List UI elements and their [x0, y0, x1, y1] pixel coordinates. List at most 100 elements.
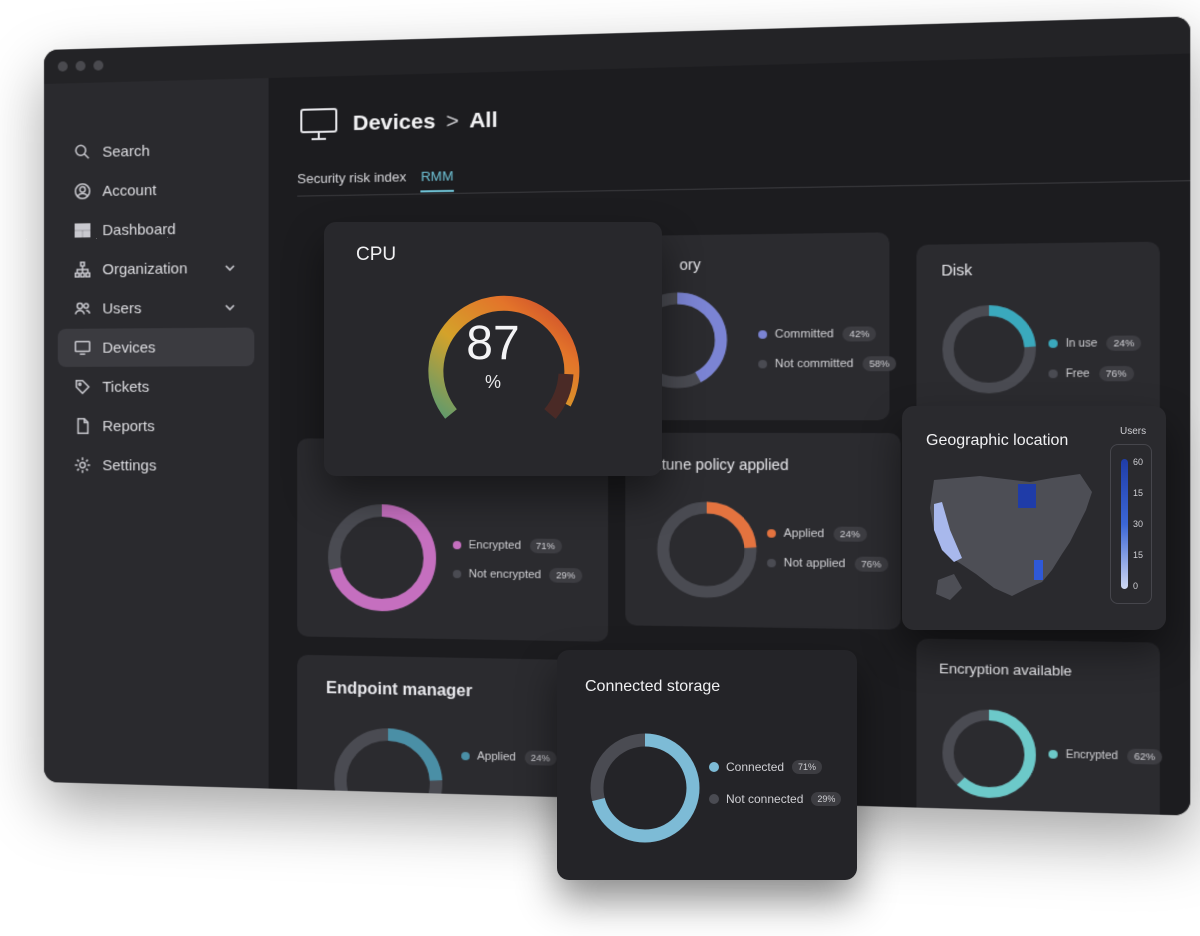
connected-storage-card[interactable]: Connected storage Connected 71% Not conne…	[557, 650, 857, 880]
sidebar-item-tickets[interactable]: Tickets	[58, 367, 254, 406]
geo-tick: 15	[1133, 550, 1144, 560]
sidebar-item-label: Reports	[102, 417, 155, 435]
us-map	[930, 474, 1092, 600]
storage-title: Connected storage	[585, 678, 721, 695]
cpu-value: 87	[466, 317, 520, 370]
geo-legend-title: Users	[1120, 426, 1147, 437]
chevron-down-icon[interactable]	[224, 262, 236, 274]
search-icon	[74, 144, 89, 159]
legend-dot	[767, 529, 776, 538]
legend-label: In use	[1065, 337, 1098, 350]
memory-card[interactable]: ory Committed 42% Not committed 58%	[636, 232, 897, 421]
legend-label: Applied	[477, 750, 516, 764]
chevron-down-icon[interactable]	[224, 301, 236, 313]
encryption-available-card[interactable]: Encryption available Encrypted 62%	[916, 638, 1163, 816]
sidebar-item-label: Organization	[102, 259, 188, 278]
storage-legend: Connected 71% Not connected 29%	[709, 760, 842, 820]
endpoint-legend: Applied 24%	[461, 749, 557, 781]
geo-legend: 60 15 30 15 0	[1110, 444, 1152, 604]
bitlocker-legend: Encrypted 71% Not encrypted 29%	[452, 538, 582, 598]
legend-dot	[767, 558, 776, 568]
window-minimize-dot[interactable]	[75, 60, 86, 72]
tag-icon	[74, 378, 92, 396]
breadcrumb-separator: >	[445, 109, 459, 134]
legend-value: 76%	[854, 556, 888, 572]
organization-icon	[74, 260, 91, 277]
sidebar-item-label: Settings	[102, 456, 157, 475]
legend-dot	[709, 794, 719, 804]
sidebar-item-label: Users	[102, 299, 142, 318]
geo-title: Geographic location	[926, 432, 1069, 449]
cpu-card[interactable]: CPU 87 %	[324, 222, 662, 476]
legend-value: 62%	[1127, 748, 1163, 765]
disk-card[interactable]: Disk In use 24% Free 76%	[916, 241, 1160, 423]
sidebar-item-account[interactable]: Account	[58, 169, 254, 211]
legend-value: 29%	[549, 567, 582, 583]
gear-icon	[74, 456, 92, 474]
tab-bar: Security risk index RMM	[297, 168, 454, 195]
legend-dot	[1048, 749, 1058, 759]
card-title: Endpoint manager	[325, 679, 473, 701]
sidebar-item-label: Account	[102, 181, 157, 200]
geo-tick: 15	[1133, 488, 1144, 498]
sidebar-item-dashboard[interactable]: Dashboard	[58, 209, 254, 250]
card-title: Disk	[941, 261, 973, 279]
dashboard-icon	[74, 222, 91, 238]
encavail-donut	[932, 699, 1046, 809]
legend-value: 29%	[811, 792, 842, 806]
sidebar-item-users[interactable]: Users	[58, 288, 254, 328]
legend-value: 24%	[833, 526, 867, 542]
legend-dot	[709, 762, 719, 772]
sidebar-item-label: Devices	[102, 338, 156, 357]
memory-legend: Committed 42% Not committed 58%	[758, 326, 897, 386]
intune-card[interactable]: Intune policy applied Applied 24% Not app…	[625, 432, 901, 630]
legend-label: Not committed	[774, 357, 854, 371]
breadcrumb-current: All	[469, 108, 498, 133]
tab-rmm[interactable]: RMM	[420, 168, 454, 193]
sidebar-item-label: Dashboard	[102, 220, 176, 239]
sidebar-item-organization[interactable]: Organization	[58, 248, 254, 289]
legend-value: 58%	[862, 356, 897, 372]
window-close-dot[interactable]	[57, 61, 68, 72]
card-title: ory	[679, 256, 701, 274]
document-icon	[74, 417, 92, 435]
legend-value: 71%	[529, 538, 562, 554]
monitor-icon	[74, 339, 92, 357]
legend-label: Connected	[726, 760, 785, 774]
geo-tick: 0	[1133, 581, 1139, 591]
window-maximize-dot[interactable]	[93, 60, 104, 71]
page-title[interactable]: Devices	[353, 110, 436, 137]
geo-color-scale	[1121, 459, 1128, 589]
legend-label: Encrypted	[468, 539, 522, 553]
monitor-icon	[299, 107, 338, 143]
cpu-unit: %	[484, 372, 501, 392]
geo-tick: 30	[1133, 519, 1144, 529]
sidebar-item-settings[interactable]: Settings	[58, 446, 254, 485]
legend-label: Not encrypted	[468, 568, 542, 582]
disk-legend: In use 24% Free 76%	[1048, 335, 1142, 396]
card-title: Intune policy applied	[649, 455, 789, 474]
legend-dot	[452, 540, 462, 550]
geographic-location-card[interactable]: Geographic location Users 60 15 30 15 0	[902, 406, 1166, 630]
endpoint-donut	[326, 719, 451, 816]
sidebar-item-search[interactable]: Search	[58, 129, 254, 171]
account-icon	[74, 182, 91, 199]
legend-dot	[1048, 339, 1058, 348]
legend-label: Encrypted	[1065, 748, 1118, 762]
legend-label: Not connected	[726, 792, 804, 806]
legend-label: Applied	[783, 527, 825, 541]
legend-dot	[758, 359, 768, 369]
legend-label: Free	[1065, 367, 1090, 380]
breadcrumb: Devices > All	[299, 103, 498, 143]
sidebar-item-reports[interactable]: Reports	[58, 407, 254, 446]
card-title: Encryption available	[939, 660, 1072, 680]
legend-value: 24%	[524, 750, 557, 766]
legend-value: 24%	[1106, 335, 1142, 351]
bitlocker-donut	[320, 496, 445, 621]
intune-donut	[647, 491, 767, 608]
storage-donut	[590, 733, 700, 843]
tab-security-risk-index[interactable]: Security risk index	[297, 169, 406, 195]
sidebar-item-devices[interactable]: Devices	[57, 327, 255, 367]
legend-value: 76%	[1098, 365, 1134, 382]
sidebar-item-label: Search	[102, 142, 150, 161]
